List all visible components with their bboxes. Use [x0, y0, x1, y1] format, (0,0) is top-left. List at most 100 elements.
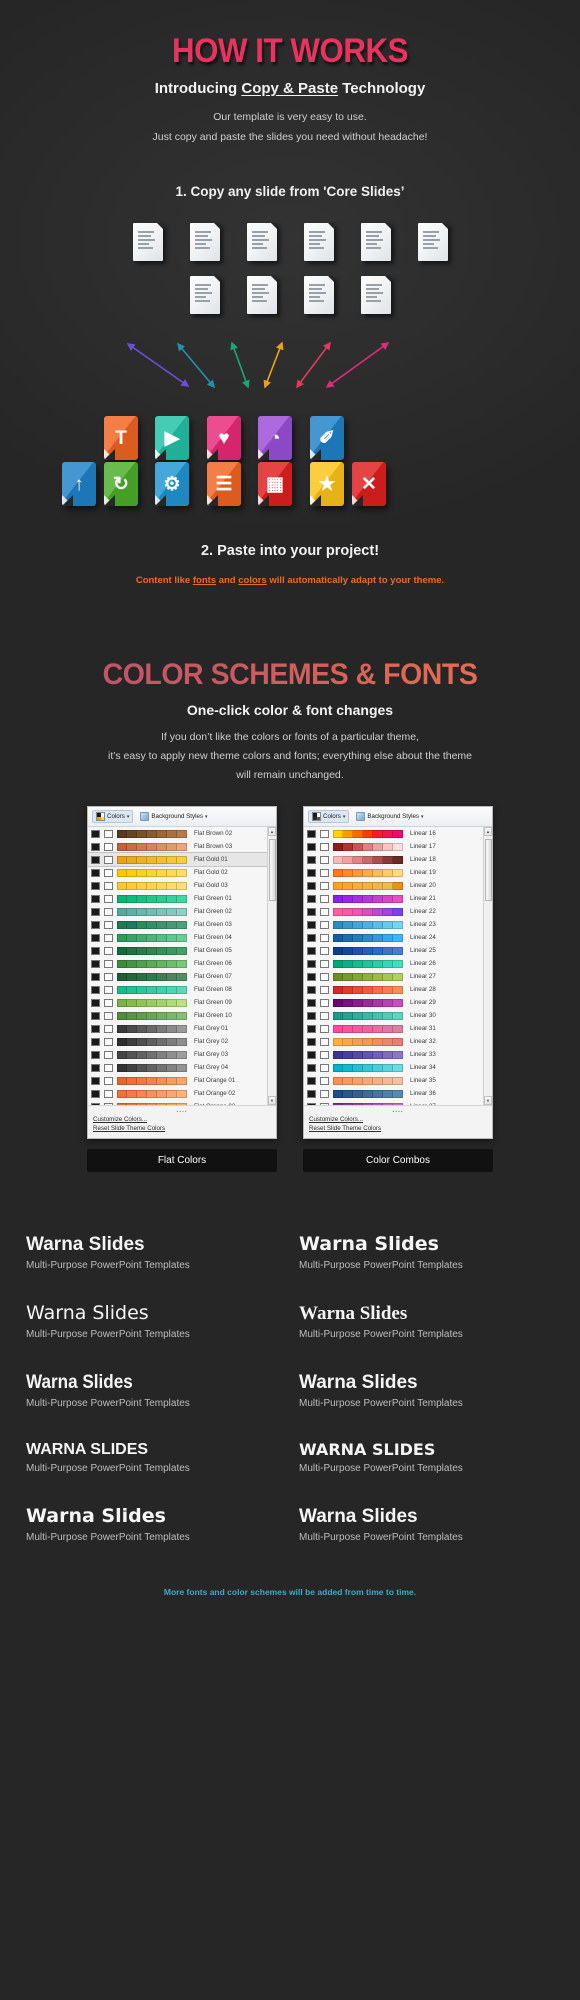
color-scheme-row[interactable]: Linear 21 — [304, 892, 492, 905]
scrollbar-right[interactable]: ▲ ▼ — [483, 827, 492, 1105]
wifi-icon[interactable]: ◔ — [258, 416, 292, 460]
color-scheme-row[interactable]: Linear 34 — [304, 1061, 492, 1074]
color-scheme-row[interactable]: Flat Green 07 — [88, 970, 276, 983]
background-styles-tab-right[interactable]: Background Styles ▾ — [353, 811, 426, 822]
scheme-accent-swatches — [333, 907, 403, 916]
core-slide-thumb[interactable] — [132, 223, 163, 261]
scheme-dark-swatch — [307, 920, 316, 929]
font-samples-grid: Warna Slides Multi-Purpose PowerPoint Tem… — [26, 1233, 554, 1543]
color-scheme-row[interactable]: Linear 26 — [304, 957, 492, 970]
color-scheme-row[interactable]: Flat Brown 02 — [88, 827, 276, 840]
color-scheme-row[interactable]: Flat Green 05 — [88, 944, 276, 957]
reset-theme-colors-right[interactable]: Reset Slide Theme Colors — [309, 1124, 487, 1133]
core-slide-thumb[interactable] — [246, 276, 277, 314]
scheme-label: Flat Brown 03 — [194, 843, 233, 850]
color-scheme-row[interactable]: Linear 31 — [304, 1022, 492, 1035]
reset-theme-colors-left[interactable]: Reset Slide Theme Colors — [93, 1124, 271, 1133]
scrollbar-left[interactable]: ▲ ▼ — [267, 827, 276, 1105]
gear-icon[interactable]: ⚙ — [155, 462, 189, 506]
panel-color-combos[interactable]: Colors ▾ Background Styles ▾ ▲ ▼ Linear … — [303, 806, 493, 1139]
color-scheme-row[interactable]: Flat Green 03 — [88, 918, 276, 931]
star-icon[interactable]: ★ — [310, 462, 344, 506]
color-scheme-row[interactable]: Flat Green 06 — [88, 957, 276, 970]
contact-card-icon[interactable]: ☰ — [207, 462, 241, 506]
core-slide-thumb[interactable] — [189, 276, 220, 314]
color-scheme-row[interactable]: Flat Grey 01 — [88, 1022, 276, 1035]
customize-colors-left[interactable]: Customize Colors... — [93, 1115, 271, 1124]
colors-tab-left[interactable]: Colors ▾ — [92, 810, 134, 823]
color-scheme-row[interactable]: Flat Gold 01 — [88, 852, 276, 867]
caption-flat-colors: Flat Colors — [87, 1149, 277, 1172]
color-scheme-row[interactable]: Flat Brown 03 — [88, 840, 276, 853]
paperclip-icon[interactable]: ✐ — [310, 416, 344, 460]
customize-colors-right[interactable]: Customize Colors... — [309, 1115, 487, 1124]
font-sample: Warna Slides Multi-Purpose PowerPoint Tem… — [26, 1234, 281, 1271]
color-scheme-row[interactable]: Linear 24 — [304, 931, 492, 944]
scroll-down-button-left[interactable]: ▼ — [268, 1096, 276, 1105]
scheme-accent-swatches — [117, 1050, 187, 1059]
color-scheme-row[interactable]: Linear 19 — [304, 866, 492, 879]
colors-tab-right[interactable]: Colors ▾ — [308, 810, 350, 823]
scheme-dark-swatch — [307, 1037, 316, 1046]
color-scheme-row[interactable]: Linear 32 — [304, 1035, 492, 1048]
scroll-thumb-left[interactable] — [269, 839, 276, 901]
color-scheme-row[interactable]: Flat Green 01 — [88, 892, 276, 905]
scheme-accent-swatches — [333, 985, 403, 994]
font-sample-desc: Multi-Purpose PowerPoint Templates — [299, 1259, 463, 1271]
sync-icon[interactable]: ↻ — [104, 462, 138, 506]
close-icon[interactable]: ✕ — [352, 462, 386, 506]
scheme-label: Linear 35 — [410, 1077, 436, 1084]
scroll-up-button-right[interactable]: ▲ — [484, 827, 492, 836]
core-slide-thumb[interactable] — [189, 223, 220, 261]
arrow — [296, 341, 331, 389]
color-scheme-row[interactable]: Linear 20 — [304, 879, 492, 892]
color-scheme-row[interactable]: Linear 33 — [304, 1048, 492, 1061]
scheme-dark-swatch — [307, 894, 316, 903]
core-slide-thumb[interactable] — [246, 223, 277, 261]
arrow-up-icon[interactable]: ↑ — [62, 462, 96, 506]
color-scheme-row[interactable]: Flat Grey 03 — [88, 1048, 276, 1061]
font-sample-desc: Multi-Purpose PowerPoint Templates — [26, 1259, 190, 1271]
color-scheme-row[interactable]: Flat Orange 03 — [88, 1100, 276, 1105]
color-scheme-list-left[interactable]: ▲ ▼ Flat Brown 02 Flat Brown 03 Flat Gold … — [88, 827, 276, 1105]
color-scheme-row[interactable]: Linear 36 — [304, 1087, 492, 1100]
color-scheme-row[interactable]: Linear 30 — [304, 1009, 492, 1022]
color-scheme-row[interactable]: Flat Green 02 — [88, 905, 276, 918]
scroll-up-button-left[interactable]: ▲ — [268, 827, 276, 836]
color-scheme-row[interactable]: Flat Gold 03 — [88, 879, 276, 892]
color-scheme-row[interactable]: Flat Gold 02 — [88, 866, 276, 879]
core-slide-thumb[interactable] — [360, 276, 391, 314]
color-scheme-row[interactable]: Linear 23 — [304, 918, 492, 931]
color-scheme-list-right[interactable]: ▲ ▼ Linear 16 Linear 17 Linear 18 Linear 19… — [304, 827, 492, 1105]
heart-icon[interactable]: ♥ — [207, 416, 241, 460]
panel-flat-colors[interactable]: Colors ▾ Background Styles ▾ ▲ ▼ Flat Br… — [87, 806, 277, 1139]
color-scheme-row[interactable]: Flat Green 09 — [88, 996, 276, 1009]
core-slide-thumb[interactable] — [417, 223, 448, 261]
color-scheme-row[interactable]: Linear 35 — [304, 1074, 492, 1087]
color-scheme-row[interactable]: Linear 28 — [304, 983, 492, 996]
color-scheme-row[interactable]: Flat Grey 02 — [88, 1035, 276, 1048]
background-styles-tab-left[interactable]: Background Styles ▾ — [137, 811, 210, 822]
play-icon[interactable]: ▶ — [155, 416, 189, 460]
core-slide-thumb[interactable] — [303, 276, 334, 314]
color-scheme-row[interactable]: Linear 22 — [304, 905, 492, 918]
color-scheme-row[interactable]: Flat Green 04 — [88, 931, 276, 944]
color-scheme-row[interactable]: Flat Grey 04 — [88, 1061, 276, 1074]
table-icon[interactable]: ▦ — [258, 462, 292, 506]
color-scheme-row[interactable]: Flat Orange 02 — [88, 1087, 276, 1100]
color-scheme-row[interactable]: Linear 27 — [304, 970, 492, 983]
core-slide-thumb[interactable] — [303, 223, 334, 261]
color-scheme-row[interactable]: Linear 37 — [304, 1100, 492, 1105]
color-scheme-row[interactable]: Flat Green 08 — [88, 983, 276, 996]
scroll-thumb-right[interactable] — [485, 839, 492, 901]
color-scheme-row[interactable]: Linear 16 — [304, 827, 492, 840]
core-slide-thumb[interactable] — [360, 223, 391, 261]
color-scheme-row[interactable]: Linear 17 — [304, 840, 492, 853]
color-scheme-row[interactable]: Linear 18 — [304, 853, 492, 866]
scroll-down-button-right[interactable]: ▼ — [484, 1096, 492, 1105]
text-icon[interactable]: T — [104, 416, 138, 460]
color-scheme-row[interactable]: Flat Green 10 — [88, 1009, 276, 1022]
color-scheme-row[interactable]: Linear 29 — [304, 996, 492, 1009]
color-scheme-row[interactable]: Linear 25 — [304, 944, 492, 957]
color-scheme-row[interactable]: Flat Orange 01 — [88, 1074, 276, 1087]
